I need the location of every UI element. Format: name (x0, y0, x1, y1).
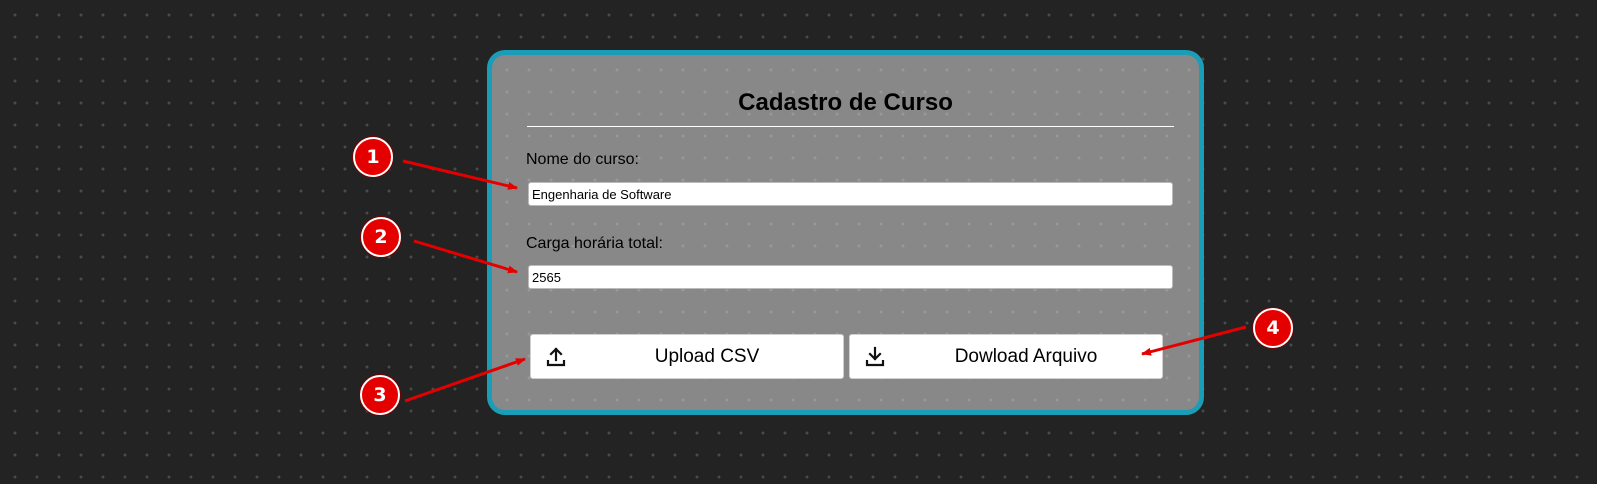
course-name-label: Nome do curso: (526, 151, 639, 168)
title-divider (527, 126, 1174, 127)
download-file-button[interactable]: Dowload Arquivo (849, 334, 1163, 379)
annotation-marker-1: 1 (353, 137, 393, 177)
annotation-marker-4: 4 (1253, 308, 1293, 348)
download-icon (865, 346, 885, 367)
form-title: Cadastro de Curso (738, 89, 953, 116)
upload-csv-label: Upload CSV (654, 346, 760, 367)
course-registration-card: Cadastro de Curso Nome do curso: Carga h… (487, 50, 1204, 415)
annotation-marker-3: 3 (360, 375, 400, 415)
download-file-label: Dowload Arquivo (954, 346, 1098, 367)
annotation-marker-2: 2 (361, 217, 401, 257)
workload-input[interactable] (528, 265, 1173, 289)
course-name-input[interactable] (528, 182, 1173, 206)
workload-label: Carga horária total: (526, 235, 663, 252)
upload-icon (546, 347, 566, 367)
upload-csv-button[interactable]: Upload CSV (530, 334, 844, 379)
